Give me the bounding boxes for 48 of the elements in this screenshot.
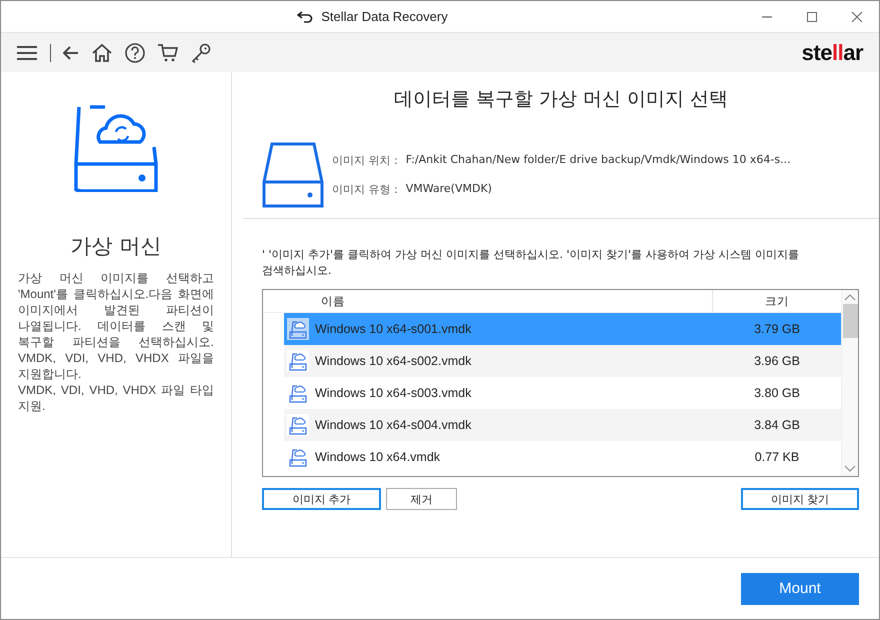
scroll-thumb[interactable] bbox=[842, 304, 858, 338]
file-row[interactable]: Windows 10 x64-s001.vmdk 3.79 GB bbox=[284, 313, 841, 345]
find-image-button[interactable]: 이미지 찾기 bbox=[741, 488, 859, 510]
logo: stellar bbox=[802, 40, 863, 66]
file-size: 3.84 GB bbox=[753, 418, 801, 432]
sidebar-note: VMDK, VDI, VHD, VHDX 파일 타입 지원. bbox=[18, 382, 214, 414]
help-button[interactable] bbox=[125, 42, 145, 62]
file-size: 3.96 GB bbox=[753, 354, 801, 368]
back-button[interactable] bbox=[63, 46, 79, 60]
disk-cloud-icon bbox=[287, 318, 309, 340]
info-value: F:/Ankit Chahan/New folder/E drive backup/Vmdk/Windows 10 x64-s... bbox=[406, 153, 791, 168]
window-title: Stellar Data Recovery bbox=[321, 9, 448, 24]
info-value: VMWare(VMDK) bbox=[406, 182, 492, 197]
key-button[interactable] bbox=[191, 42, 211, 62]
mount-button[interactable]: Mount bbox=[741, 572, 859, 604]
file-size: 3.80 GB bbox=[753, 386, 801, 400]
scroll-up-icon[interactable] bbox=[843, 292, 857, 302]
info-label: 이미지 위치 : bbox=[332, 153, 398, 168]
file-name: Windows 10 x64-s002.vmdk bbox=[315, 354, 472, 368]
file-row[interactable]: Windows 10 x64-s004.vmdk 3.84 GB bbox=[284, 409, 841, 441]
scroll-down-icon[interactable] bbox=[843, 464, 857, 474]
disk-cloud-icon bbox=[287, 350, 309, 372]
column-header[interactable]: 크기 bbox=[713, 290, 841, 312]
file-name: Windows 10 x64.vmdk bbox=[315, 450, 442, 464]
app-icon bbox=[297, 10, 314, 22]
remove-button[interactable]: 제거 bbox=[386, 488, 457, 510]
maximize-icon bbox=[806, 10, 818, 22]
file-name: Windows 10 x64-s004.vmdk bbox=[315, 418, 472, 432]
sidebar-description: 가상 머신 이미지를 선택하고 'Mount'를 클릭하십시오.다음 화면에 이미지에서 발견된 파티션이 나열됩니다. 데이터를 스캔 및 복구할 파티션을 선택하십시오. VMDK, VDI, VHD, VHDX 파일을 지원합니다. bbox=[18, 270, 214, 382]
column-header[interactable]: 이름 bbox=[263, 290, 713, 312]
instruction-text: ' '이미지 추가'를 클릭하여 가상 머신 이미지를 선택하십시오. '이미지 찾기'를 사용하여 가상 시스템 이미지를 검색하십시오. bbox=[262, 247, 800, 279]
file-size: 0.77 KB bbox=[754, 450, 800, 464]
file-name: Windows 10 x64-s001.vmdk bbox=[315, 322, 472, 336]
menu-button[interactable] bbox=[17, 44, 37, 60]
close-icon bbox=[850, 10, 862, 22]
page-heading: 데이터를 복구할 가상 머신 이미지 선택 bbox=[392, 87, 730, 112]
file-name: Windows 10 x64-s003.vmdk bbox=[315, 386, 472, 400]
cart-button[interactable] bbox=[158, 42, 178, 62]
sidebar-title: 가상 머신 bbox=[70, 233, 162, 260]
disk-cloud-icon bbox=[287, 414, 309, 436]
minimize-icon bbox=[760, 16, 772, 18]
file-size: 3.79 GB bbox=[753, 322, 801, 336]
scrollbar[interactable] bbox=[841, 290, 858, 476]
info-label: 이미지 유형 : bbox=[332, 182, 398, 197]
add-image-button[interactable]: 이미지 추가 bbox=[262, 488, 381, 510]
drive-icon bbox=[262, 142, 324, 208]
home-button[interactable] bbox=[92, 44, 112, 62]
file-row[interactable]: Windows 10 x64-s002.vmdk 3.96 GB bbox=[284, 345, 841, 377]
